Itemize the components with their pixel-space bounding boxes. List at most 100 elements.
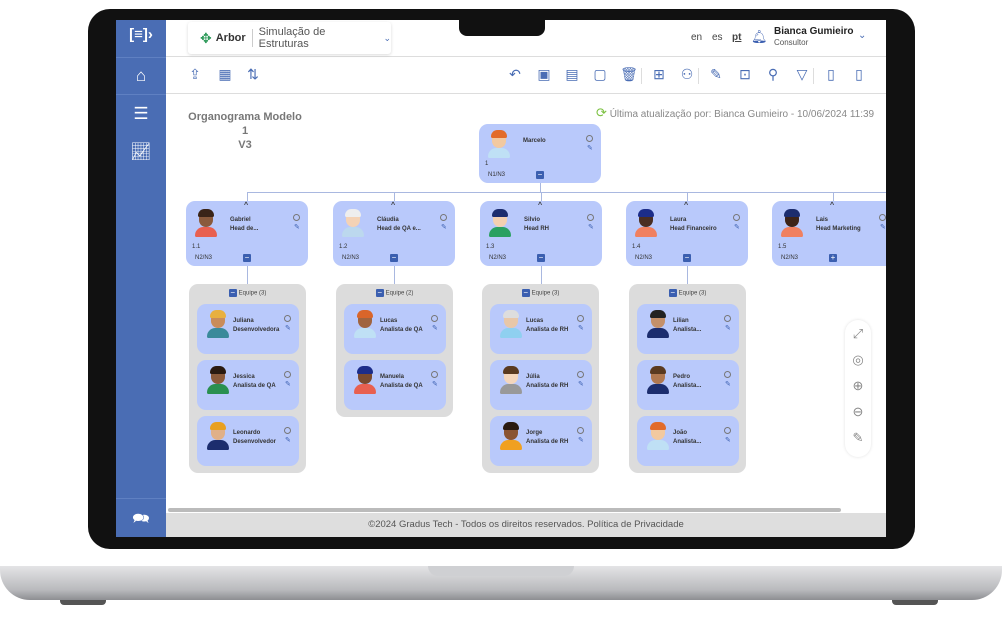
- expand-toggle-button[interactable]: −: [683, 254, 691, 262]
- lang-en[interactable]: en: [691, 32, 702, 43]
- save-icon[interactable]: ▢: [591, 66, 609, 83]
- file-add-icon[interactable]: ⊡: [736, 66, 754, 83]
- swap-icon[interactable]: ⇅: [244, 66, 262, 83]
- select-radio[interactable]: [586, 135, 593, 142]
- edit-pencil-icon[interactable]: ✎: [285, 436, 291, 444]
- org-node-member[interactable]: Leonardo Desenvolvedor ✎: [197, 416, 299, 466]
- search-icon[interactable]: ⚲: [764, 66, 782, 83]
- team-header[interactable]: − Equipe (3): [189, 289, 306, 297]
- center-target-icon[interactable]: ◎: [845, 352, 871, 368]
- brand-menu-icon[interactable]: [≡]›: [116, 26, 166, 43]
- lang-pt[interactable]: pt: [732, 32, 741, 43]
- org-node-root[interactable]: Marcelo ✎ 1 N1/N3 −: [479, 124, 601, 183]
- org-node-member[interactable]: Lilian Analista... ✎: [637, 304, 739, 354]
- table-icon[interactable]: ⊞: [650, 66, 668, 83]
- team-header[interactable]: − Equipe (2): [336, 289, 453, 297]
- expand-toggle-button[interactable]: −: [390, 254, 398, 262]
- edit-pencil-icon[interactable]: ✎: [734, 223, 740, 231]
- edit-pencil-icon[interactable]: ✎: [432, 380, 438, 388]
- pencil-icon[interactable]: ✎: [845, 430, 871, 446]
- org-node-head[interactable]: ^ Gabriel Head de... ✎ 1.1 N2/N3 −: [186, 201, 308, 266]
- edit-pencil-icon[interactable]: ✎: [725, 380, 731, 388]
- collapse-parent-icon[interactable]: ^: [538, 202, 542, 209]
- select-radio[interactable]: [293, 214, 300, 221]
- trash-icon[interactable]: 🗑︎: [620, 66, 638, 83]
- collapse-parent-icon[interactable]: ^: [391, 202, 395, 209]
- org-node-head[interactable]: ^ Silvio Head RH ✎ 1.3 N2/N3 −: [480, 201, 602, 266]
- select-radio[interactable]: [577, 315, 584, 322]
- select-radio[interactable]: [724, 371, 731, 378]
- select-radio[interactable]: [284, 427, 291, 434]
- team-collapse-button[interactable]: −: [668, 289, 677, 297]
- chart-icon[interactable]: 📈︎: [116, 142, 166, 162]
- org-node-member[interactable]: Manuela Analista de QA ✎: [344, 360, 446, 410]
- org-node-member[interactable]: Jessica Analista de QA ✎: [197, 360, 299, 410]
- org-node-head[interactable]: ^ Cláudia Head de QA e... ✎ 1.2 N2/N3 −: [333, 201, 455, 266]
- pdf-file-icon[interactable]: ▯: [850, 66, 868, 83]
- hierarchy-icon[interactable]: ⚇: [678, 66, 696, 83]
- select-radio[interactable]: [724, 427, 731, 434]
- edit-pencil-icon[interactable]: ✎: [725, 324, 731, 332]
- org-node-member[interactable]: Juliana Desenvolvedora ✎: [197, 304, 299, 354]
- edit-pencil-icon[interactable]: ✎: [294, 223, 300, 231]
- org-node-member[interactable]: João Analista... ✎: [637, 416, 739, 466]
- team-collapse-button[interactable]: −: [228, 289, 237, 297]
- edit-pencil-icon[interactable]: ✎: [725, 436, 731, 444]
- edit-pencil-icon[interactable]: ✎: [432, 324, 438, 332]
- fullscreen-icon[interactable]: ⤢: [845, 326, 871, 342]
- person-card-icon[interactable]: ▣: [535, 66, 553, 83]
- lang-es[interactable]: es: [712, 32, 723, 43]
- select-radio[interactable]: [577, 427, 584, 434]
- zoom-out-icon[interactable]: ⊖: [845, 404, 871, 420]
- undo-icon[interactable]: ↶: [506, 66, 524, 83]
- collapse-parent-icon[interactable]: ^: [684, 202, 688, 209]
- select-radio[interactable]: [284, 371, 291, 378]
- image-file-icon[interactable]: ▯: [822, 66, 840, 83]
- edit-pencil-icon[interactable]: ✎: [285, 324, 291, 332]
- team-collapse-button[interactable]: −: [521, 289, 530, 297]
- select-radio[interactable]: [431, 315, 438, 322]
- select-radio[interactable]: [733, 214, 740, 221]
- edit-pencil-icon[interactable]: ✎: [588, 223, 594, 231]
- edit-pencil-icon[interactable]: ✎: [578, 324, 584, 332]
- expand-toggle-button[interactable]: −: [243, 254, 251, 262]
- expand-toggle-button[interactable]: +: [829, 254, 837, 262]
- edit-pencil-icon[interactable]: ✎: [285, 380, 291, 388]
- bell-icon[interactable]: 🔔︎: [751, 29, 768, 45]
- export-icon[interactable]: ▤: [563, 66, 581, 83]
- org-node-member[interactable]: Jorge Analista de RH ✎: [490, 416, 592, 466]
- zoom-in-icon[interactable]: ⊕: [845, 378, 871, 394]
- expand-toggle-button[interactable]: −: [537, 254, 545, 262]
- cloud-upload-icon[interactable]: ⇪: [186, 66, 204, 83]
- edit-pencil-icon[interactable]: ✎: [441, 223, 447, 231]
- select-radio[interactable]: [284, 315, 291, 322]
- help-chat-icon[interactable]: 🗪: [116, 508, 166, 532]
- home-icon[interactable]: ⌂: [116, 66, 166, 86]
- select-radio[interactable]: [577, 371, 584, 378]
- chevron-down-icon[interactable]: ⌄: [858, 30, 866, 41]
- user-menu[interactable]: Bianca Gumieiro Consultor: [774, 26, 853, 48]
- team-collapse-button[interactable]: −: [375, 289, 384, 297]
- org-node-head[interactable]: ^ Laura Head Financeiro ✎ 1.4 N2/N3 −: [626, 201, 748, 266]
- org-node-head[interactable]: ^ Lais Head Marketing ✎ 1.5 N2/N3 +: [772, 201, 886, 266]
- edit-pencil-icon[interactable]: ✎: [587, 144, 593, 152]
- sliders-icon[interactable]: ☰: [116, 104, 166, 124]
- edit-pencil-icon[interactable]: ✎: [880, 223, 886, 231]
- team-header[interactable]: − Equipe (3): [482, 289, 599, 297]
- select-radio[interactable]: [724, 315, 731, 322]
- org-node-member[interactable]: Lucas Analista de RH ✎: [490, 304, 592, 354]
- collapse-parent-icon[interactable]: ^: [830, 202, 834, 209]
- module-selector[interactable]: ✥ Arbor Simulação de Estruturas ⌄: [188, 22, 391, 54]
- org-node-member[interactable]: Lucas Analista de QA ✎: [344, 304, 446, 354]
- edit-pencil-icon[interactable]: ✎: [578, 380, 584, 388]
- org-node-member[interactable]: Pedro Analista... ✎: [637, 360, 739, 410]
- grid-icon[interactable]: ▦: [216, 66, 234, 83]
- filter-icon[interactable]: ▽: [793, 66, 811, 83]
- select-radio[interactable]: [587, 214, 594, 221]
- edit-icon[interactable]: ✎: [707, 66, 725, 83]
- collapse-parent-icon[interactable]: ^: [244, 202, 248, 209]
- sync-icon[interactable]: ⟳: [596, 105, 607, 120]
- org-node-member[interactable]: Júlia Analista de RH ✎: [490, 360, 592, 410]
- select-radio[interactable]: [431, 371, 438, 378]
- select-radio[interactable]: [879, 214, 886, 221]
